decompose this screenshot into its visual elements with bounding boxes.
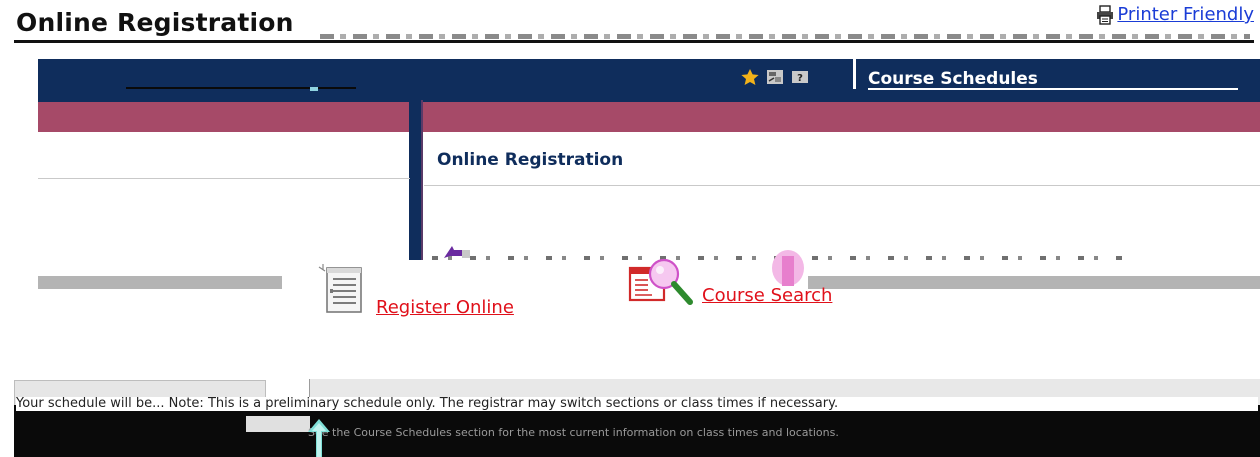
printer-link-label: Printer Friendly: [1117, 4, 1254, 25]
registration-form-icon: [318, 264, 362, 313]
section-heading: Online Registration: [437, 150, 624, 170]
page-title: Online Registration: [16, 8, 294, 37]
nav-artifact-dot: [310, 87, 318, 91]
left-placeholder-bar: [38, 276, 282, 289]
printer-friendly-link[interactable]: Printer Friendly: [1095, 4, 1254, 25]
left-column-rule: [38, 178, 410, 179]
star-icon: [741, 69, 759, 85]
schedule-note-detail: See the Course Schedules section for the…: [308, 427, 839, 439]
navigation-bar: [38, 59, 1260, 102]
help-icon: ?: [792, 71, 808, 84]
nav-heading-underline: [868, 88, 1238, 90]
content-rule: [424, 185, 1260, 186]
course-search-link[interactable]: Course Search: [628, 258, 832, 306]
scroll-up-arrow-icon[interactable]: [306, 418, 332, 457]
settings-icon: [767, 70, 783, 84]
schedule-note: Your schedule will be... Note: This is a…: [16, 397, 1258, 411]
course-search-label: Course Search: [702, 285, 833, 306]
bottom-tab: [246, 416, 310, 432]
right-placeholder-bar: [808, 276, 1260, 289]
course-schedules-heading[interactable]: Course Schedules: [868, 69, 1038, 89]
title-underline-artifact: [320, 34, 1250, 39]
register-online-link[interactable]: Register Online: [316, 262, 514, 318]
artifact-icon-fragment: [440, 244, 470, 260]
printer-icon: [1095, 4, 1115, 25]
title-divider: [14, 40, 1254, 43]
nav-artifact-line: [126, 87, 356, 89]
tools-button[interactable]: [765, 68, 785, 86]
column-divider-edge: [421, 100, 423, 260]
page: Online Registration Printer Friendly ? C…: [0, 0, 1260, 457]
nav-divider: [853, 59, 856, 89]
help-button[interactable]: ?: [790, 68, 810, 86]
magnifier-search-icon: [628, 258, 693, 305]
accent-band: [38, 102, 1260, 132]
svg-text:?: ?: [797, 73, 803, 84]
register-online-label: Register Online: [376, 297, 514, 318]
toolbar: ?: [740, 68, 810, 86]
favorite-button[interactable]: [740, 68, 760, 86]
